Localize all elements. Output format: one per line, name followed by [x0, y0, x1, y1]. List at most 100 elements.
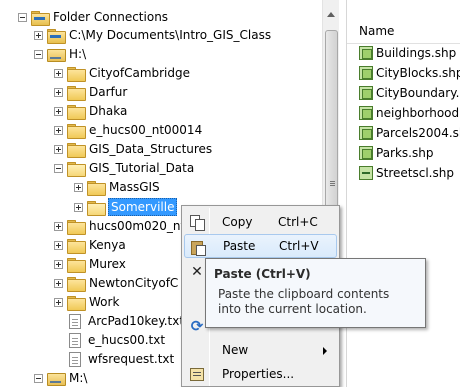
contents-item[interactable]: Streetscl.shp: [359, 164, 454, 182]
expand-icon[interactable]: [54, 278, 63, 288]
tree-item-label: Folder Connections: [53, 10, 169, 24]
tree-item-label: Murex: [89, 257, 126, 271]
expand-icon[interactable]: [54, 144, 63, 154]
folder-connections-icon: [31, 10, 50, 26]
tree-item-label: C:\My Documents\Intro_GIS_Class: [69, 28, 272, 42]
tree-item-folder[interactable]: Kenya: [54, 236, 127, 254]
tree-item-folder[interactable]: CityofCambridge: [54, 64, 191, 82]
contents-item[interactable]: Parks.shp: [359, 144, 433, 162]
tree-item-label: hucs00m020_nt: [89, 219, 186, 233]
tree-item-folder[interactable]: Murex: [54, 255, 127, 273]
tree-item-folder-selected[interactable]: Somerville: [74, 198, 178, 216]
grip-icon: [330, 181, 335, 182]
drive-icon: [47, 48, 66, 62]
collapse-icon[interactable]: [34, 49, 43, 59]
contents-item-label: CityBlocks.shp: [376, 66, 460, 80]
tree-item-folder[interactable]: Work: [54, 293, 120, 311]
folder-icon: [67, 276, 86, 292]
paste-icon: [191, 239, 206, 256]
text-file-icon: [69, 351, 81, 367]
collapse-icon[interactable]: [54, 163, 63, 173]
contents-item-label: neighborhood: [376, 106, 460, 120]
tree-item-label: H:\: [69, 47, 87, 61]
collapse-icon[interactable]: [18, 12, 27, 22]
tree-item-label: ArcPad10key.txt: [88, 314, 185, 328]
tree-item-m-drive[interactable]: M:\: [34, 369, 88, 387]
expand-icon[interactable]: [54, 87, 63, 97]
menu-shortcut: Ctrl+V: [279, 239, 319, 253]
expand-icon[interactable]: [54, 221, 63, 231]
contents-item-label: Parks.shp: [376, 146, 434, 160]
tree-item-c-connection[interactable]: C:\My Documents\Intro_GIS_Class: [34, 26, 272, 44]
column-header-name[interactable]: Name: [347, 18, 460, 44]
contents-item-label: Parcels2004.sh: [376, 126, 460, 140]
menu-item-paste[interactable]: Paste Ctrl+V: [184, 234, 337, 258]
folder-icon: [87, 180, 106, 196]
tree-item-label: e_hucs00.txt: [88, 333, 166, 347]
expand-icon[interactable]: [54, 106, 63, 116]
scroll-up-arrow-icon[interactable]: [327, 12, 335, 17]
contents-item[interactable]: CityBoundary.: [359, 84, 459, 102]
contents-item[interactable]: Parcels2004.sh: [359, 124, 460, 142]
text-file-icon: [69, 332, 81, 348]
tree-item-label: GIS_Tutorial_Data: [89, 161, 195, 175]
tree-item-folder-connections[interactable]: Folder Connections: [18, 8, 169, 26]
expand-icon[interactable]: [54, 125, 63, 135]
tree-item-h-drive[interactable]: H:\: [34, 45, 87, 63]
tree-item-folder[interactable]: Darfur: [54, 83, 128, 101]
contents-item-label: Buildings.shp: [376, 46, 457, 60]
contents-item[interactable]: neighborhood: [359, 104, 459, 122]
expand-icon[interactable]: [74, 182, 83, 192]
expand-icon[interactable]: [54, 240, 63, 250]
tree-item-folder[interactable]: GIS_Data_Structures: [54, 140, 213, 158]
tree-item-folder[interactable]: MassGIS: [74, 178, 161, 196]
collapse-icon[interactable]: [34, 373, 43, 383]
expand-icon[interactable]: [34, 30, 43, 40]
tree-item-folder[interactable]: GIS_Tutorial_Data: [54, 159, 195, 177]
tree-item-label: Somerville: [108, 198, 178, 216]
folder-icon: [67, 142, 86, 158]
contents-item-label: Streetscl.shp: [376, 166, 454, 180]
delete-x-icon: ✕: [191, 264, 203, 280]
expand-icon[interactable]: [54, 259, 63, 269]
tree-item-folder[interactable]: NewtonCityofC: [54, 274, 179, 292]
refresh-icon: ⟳: [190, 317, 204, 335]
contents-item[interactable]: Buildings.shp: [359, 44, 456, 62]
line-feature-class-icon: [359, 166, 373, 180]
menu-item-label: New: [222, 343, 249, 357]
tree-item-label: Dhaka: [89, 104, 128, 118]
folder-icon: [67, 66, 86, 82]
tree-item-file[interactable]: wfsrequest.txt: [67, 350, 175, 368]
tooltip-title: Paste (Ctrl+V): [214, 267, 311, 281]
copy-icon: [190, 215, 205, 231]
tree-item-file[interactable]: e_hucs00.txt: [67, 331, 166, 349]
polygon-feature-class-icon: [359, 46, 373, 60]
folder-icon: [67, 123, 86, 139]
tooltip-body: Paste the clipboard contents into the cu…: [218, 287, 390, 316]
tree-item-folder[interactable]: Dhaka: [54, 102, 128, 120]
folder-icon: [67, 295, 86, 311]
tree-item-file[interactable]: ArcPad10key.txt: [67, 312, 185, 330]
contents-item-label: CityBoundary.: [376, 86, 460, 100]
folder-icon: [67, 85, 86, 101]
folder-icon: [67, 219, 86, 235]
menu-item-new[interactable]: New: [184, 338, 337, 362]
tree-item-folder[interactable]: e_hucs00_nt00014: [54, 121, 203, 139]
menu-shortcut: Ctrl+C: [278, 215, 318, 229]
expand-icon[interactable]: [54, 297, 63, 307]
polygon-feature-class-icon: [359, 126, 373, 140]
polygon-feature-class-icon: [359, 106, 373, 120]
tree-item-label: Kenya: [89, 238, 126, 252]
properties-icon: [190, 367, 204, 381]
tree-item-folder[interactable]: hucs00m020_nt: [54, 217, 186, 235]
expand-icon[interactable]: [54, 68, 63, 78]
expand-icon[interactable]: [74, 202, 83, 212]
tree-item-label: Darfur: [89, 85, 128, 99]
contents-item[interactable]: CityBlocks.shp: [359, 64, 460, 82]
menu-item-label: Properties...: [222, 367, 295, 381]
tree-item-label: e_hucs00_nt00014: [89, 123, 203, 137]
drive-icon: [47, 372, 66, 386]
menu-item-properties[interactable]: Properties...: [184, 362, 337, 386]
tree-item-label: Work: [89, 295, 120, 309]
menu-item-copy[interactable]: Copy Ctrl+C: [184, 210, 337, 234]
